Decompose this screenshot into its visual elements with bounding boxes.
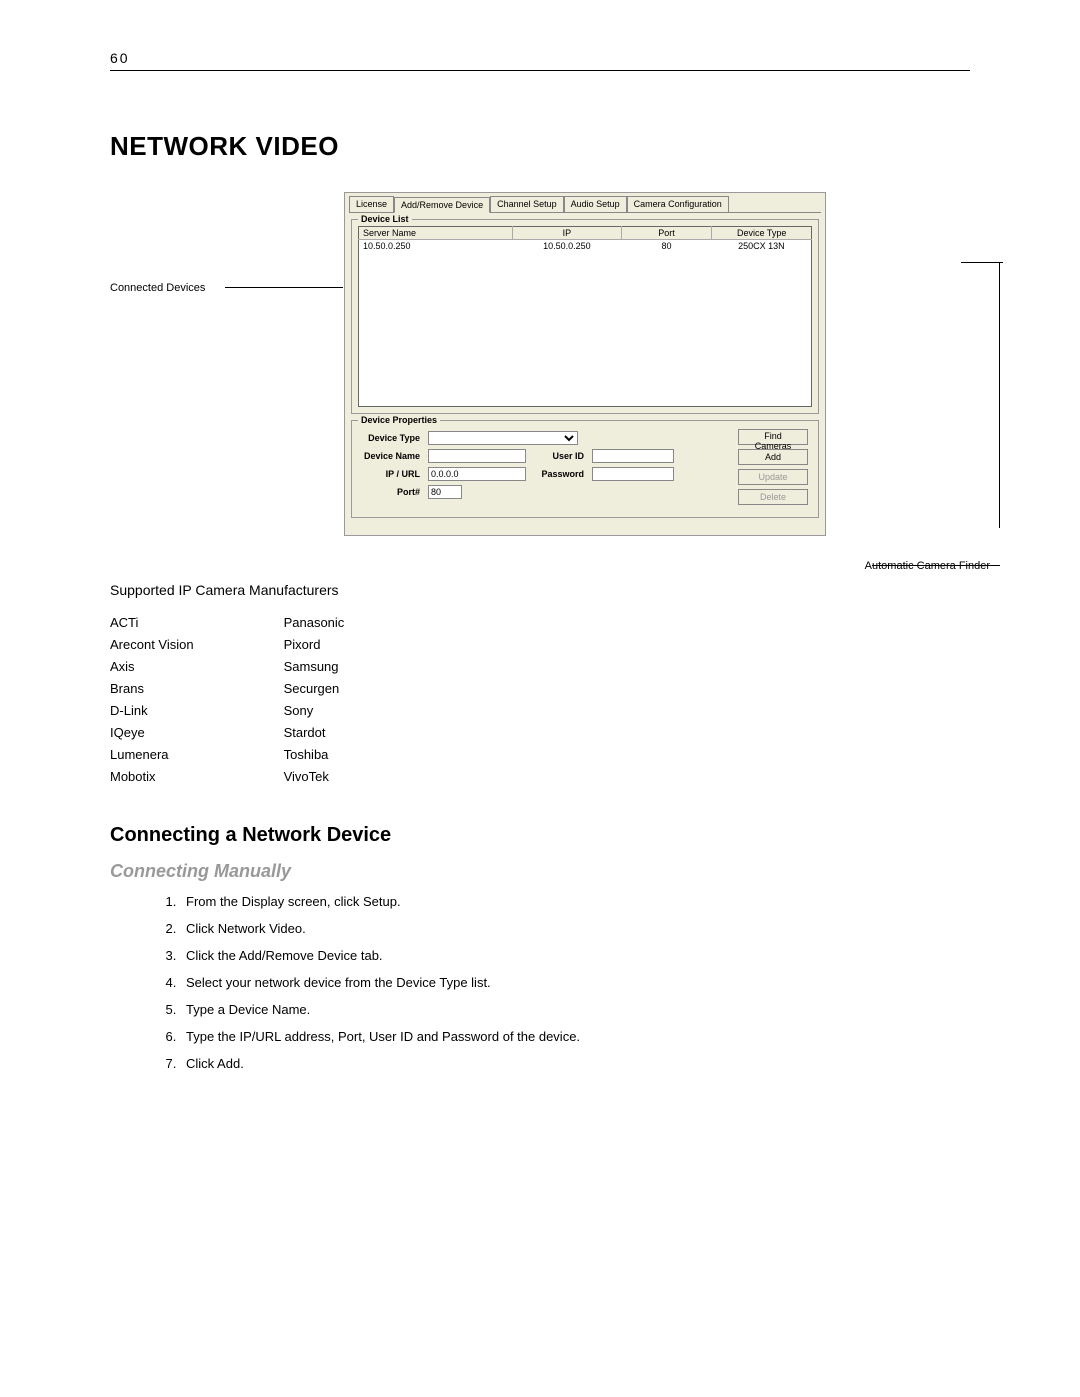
supported-heading: Supported IP Camera Manufacturers — [110, 582, 970, 598]
cell-type: 250CX 13N — [712, 240, 812, 253]
man-cell: Lumenera — [110, 744, 284, 766]
col-device-type: Device Type — [712, 227, 812, 240]
callout-line-right-top — [961, 262, 1003, 263]
callout-line-left — [225, 287, 343, 288]
tab-add-remove-device[interactable]: Add/Remove Device — [394, 197, 490, 213]
user-id-input[interactable] — [592, 449, 674, 463]
top-rule — [110, 70, 970, 71]
man-cell: Brans — [110, 678, 284, 700]
device-list-label: Device List — [358, 214, 412, 224]
page-title: NETWORK VIDEO — [110, 131, 970, 162]
step-item: Click the Add/Remove Device tab. — [180, 948, 970, 963]
callout-camera-finder: Automatic Camera Finder — [865, 560, 990, 572]
tab-strip: License Add/Remove Device Channel Setup … — [345, 193, 825, 212]
password-label: Password — [534, 469, 584, 479]
man-cell: IQeye — [110, 722, 284, 744]
man-cell: Mobotix — [110, 766, 284, 788]
tab-camera-configuration[interactable]: Camera Configuration — [627, 196, 729, 212]
device-list-group: Device List Server Name IP Port Device T… — [351, 219, 819, 414]
port-label: Port# — [358, 487, 420, 497]
cell-ip: 10.50.0.250 — [513, 240, 622, 253]
man-cell: Samsung — [284, 656, 435, 678]
add-button[interactable]: Add — [738, 449, 808, 465]
screenshot-area: Connected Devices License Add/Remove Dev… — [170, 192, 970, 552]
man-cell: VivoTek — [284, 766, 435, 788]
steps-list: From the Display screen, click Setup. Cl… — [110, 894, 970, 1071]
col-port: Port — [621, 227, 712, 240]
password-input[interactable] — [592, 467, 674, 481]
section-connecting-manually: Connecting Manually — [110, 861, 970, 882]
tab-license[interactable]: License — [349, 196, 394, 212]
device-type-select[interactable] — [428, 431, 578, 445]
network-video-panel: License Add/Remove Device Channel Setup … — [344, 192, 826, 536]
man-cell: Panasonic — [284, 612, 435, 634]
page-number: 60 — [110, 50, 970, 66]
man-cell: Arecont Vision — [110, 634, 284, 656]
device-name-input[interactable] — [428, 449, 526, 463]
step-item: Type a Device Name. — [180, 1002, 970, 1017]
man-cell: D-Link — [110, 700, 284, 722]
step-item: Select your network device from the Devi… — [180, 975, 970, 990]
user-id-label: User ID — [534, 451, 584, 461]
step-item: Click Add. — [180, 1056, 970, 1071]
man-cell: Toshiba — [284, 744, 435, 766]
section-connecting-device: Connecting a Network Device — [110, 824, 970, 847]
update-button[interactable]: Update — [738, 469, 808, 485]
tab-channel-setup[interactable]: Channel Setup — [490, 196, 564, 212]
cell-server: 10.50.0.250 — [359, 240, 513, 253]
delete-button[interactable]: Delete — [738, 489, 808, 505]
device-properties-label: Device Properties — [358, 415, 440, 425]
callout-connected-devices: Connected Devices — [110, 282, 205, 294]
callout-line-right-vert — [999, 262, 1000, 528]
step-item: Click Network Video. — [180, 921, 970, 936]
device-properties-group: Device Properties Device Type Device Nam… — [351, 420, 819, 518]
man-cell: Securgen — [284, 678, 435, 700]
find-cameras-button[interactable]: Find Cameras — [738, 429, 808, 445]
ip-url-input[interactable] — [428, 467, 526, 481]
table-row[interactable]: 10.50.0.250 10.50.0.250 80 250CX 13N — [359, 240, 812, 253]
device-type-label: Device Type — [358, 433, 420, 443]
manufacturers-table: ACTiPanasonic Arecont VisionPixord AxisS… — [110, 612, 434, 788]
step-item: From the Display screen, click Setup. — [180, 894, 970, 909]
man-cell: ACTi — [110, 612, 284, 634]
table-header-row: Server Name IP Port Device Type — [359, 227, 812, 240]
cell-port: 80 — [621, 240, 712, 253]
device-name-label: Device Name — [358, 451, 420, 461]
man-cell: Axis — [110, 656, 284, 678]
device-table[interactable]: Server Name IP Port Device Type 10.50.0.… — [358, 226, 812, 407]
col-server-name: Server Name — [359, 227, 513, 240]
man-cell: Sony — [284, 700, 435, 722]
man-cell: Stardot — [284, 722, 435, 744]
man-cell: Pixord — [284, 634, 435, 656]
col-ip: IP — [513, 227, 622, 240]
tab-audio-setup[interactable]: Audio Setup — [564, 196, 627, 212]
table-empty-space — [359, 252, 812, 407]
step-item: Type the IP/URL address, Port, User ID a… — [180, 1029, 970, 1044]
ip-url-label: IP / URL — [358, 469, 420, 479]
port-input[interactable] — [428, 485, 462, 499]
